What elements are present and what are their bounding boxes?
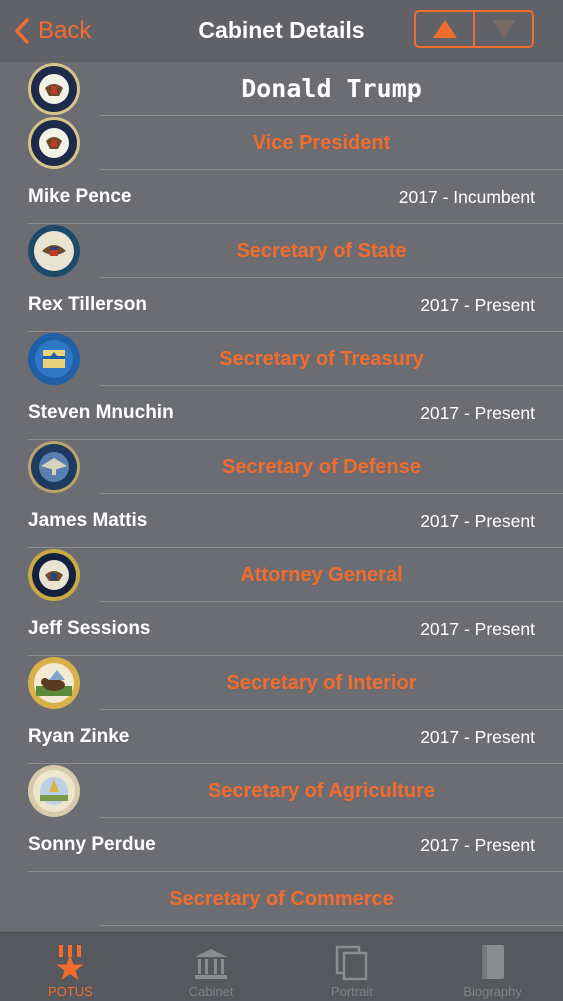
role-title: Secretary of Commerce — [169, 888, 394, 910]
role-row: Vice President — [0, 116, 563, 170]
role-title: Secretary of State — [236, 240, 407, 262]
tab-label: Biography — [463, 984, 522, 999]
role-row: Secretary of Interior — [0, 656, 563, 710]
state-department-seal-icon — [28, 225, 80, 277]
treasury-seal-icon — [28, 333, 80, 385]
role-title: Vice President — [252, 132, 391, 154]
role-title: Secretary of Defense — [222, 456, 421, 478]
role-row: Secretary of Commerce — [0, 872, 563, 926]
member-name: Jeff Sessions — [28, 618, 151, 639]
cabinet-member-row[interactable]: Steven Mnuchin 2017 - Present — [0, 386, 563, 440]
presidential-seal-icon — [28, 63, 80, 115]
up-down-segmented-control — [414, 10, 534, 48]
agriculture-seal-icon — [28, 765, 80, 817]
member-term: 2017 - Present — [420, 619, 535, 639]
member-name: James Mattis — [28, 510, 148, 531]
vice-president-seal-icon — [28, 117, 80, 169]
divider — [100, 925, 563, 926]
tab-label: POTUS — [47, 984, 93, 999]
tab-potus[interactable]: POTUS — [0, 933, 141, 1001]
cabinet-member-row[interactable]: Jeff Sessions 2017 - Present — [0, 602, 563, 656]
book-icon — [481, 945, 504, 979]
next-button[interactable] — [473, 12, 532, 46]
star-pillars-icon — [56, 945, 84, 980]
role-title: Secretary of Interior — [226, 672, 417, 694]
cabinet-member-row[interactable]: Mike Pence 2017 - Incumbent — [0, 170, 563, 224]
member-name: Steven Mnuchin — [28, 402, 174, 423]
tab-cabinet[interactable]: Cabinet — [141, 933, 282, 1001]
member-name: Mike Pence — [28, 186, 132, 207]
defense-seal-icon — [28, 441, 80, 493]
interior-seal-icon — [28, 657, 80, 709]
role-row: Secretary of Agriculture — [0, 764, 563, 818]
tab-label: Portrait — [330, 984, 373, 999]
previous-button[interactable] — [416, 12, 473, 46]
cabinet-list[interactable]: Donald Trump Vice President Mike Pence 2… — [0, 62, 563, 932]
member-term: 2017 - Present — [420, 835, 535, 855]
cabinet-member-row[interactable]: Sonny Perdue 2017 - Present — [0, 818, 563, 872]
role-row: Secretary of Treasury — [0, 332, 563, 386]
cabinet-member-row[interactable]: James Mattis 2017 - Present — [0, 494, 563, 548]
member-term: 2017 - Present — [420, 403, 535, 423]
member-term: 2017 - Incumbent — [398, 187, 535, 207]
member-name: Sonny Perdue — [28, 834, 156, 855]
cabinet-member-row[interactable]: Rex Tillerson 2017 - Present — [0, 278, 563, 332]
role-title: Secretary of Agriculture — [207, 780, 436, 802]
building-icon — [195, 949, 228, 979]
tab-bar: POTUS Cabinet Portrait Biography — [0, 932, 563, 1001]
cabinet-member-row[interactable]: Ryan Zinke 2017 - Present — [0, 710, 563, 764]
president-row[interactable]: Donald Trump — [0, 62, 563, 116]
role-row: Attorney General — [0, 548, 563, 602]
tab-biography[interactable]: Biography — [422, 933, 563, 1001]
role-title: Attorney General — [240, 564, 403, 586]
member-term: 2017 - Present — [420, 295, 535, 315]
triangle-up-icon — [432, 20, 457, 38]
role-row: Secretary of Defense — [0, 440, 563, 494]
member-term: 2017 - Present — [420, 511, 535, 531]
justice-seal-icon — [28, 549, 80, 601]
role-row: Secretary of State — [0, 224, 563, 278]
president-name: Donald Trump — [241, 74, 422, 103]
tab-label: Cabinet — [188, 984, 234, 999]
stacked-frames-icon — [335, 945, 368, 981]
member-name: Ryan Zinke — [28, 726, 130, 747]
triangle-down-icon — [491, 20, 516, 38]
role-title: Secretary of Treasury — [219, 348, 424, 370]
member-name: Rex Tillerson — [28, 294, 147, 315]
member-term: 2017 - Present — [420, 727, 535, 747]
navigation-bar: Back Cabinet Details — [0, 0, 563, 62]
tab-portrait[interactable]: Portrait — [282, 933, 423, 1001]
